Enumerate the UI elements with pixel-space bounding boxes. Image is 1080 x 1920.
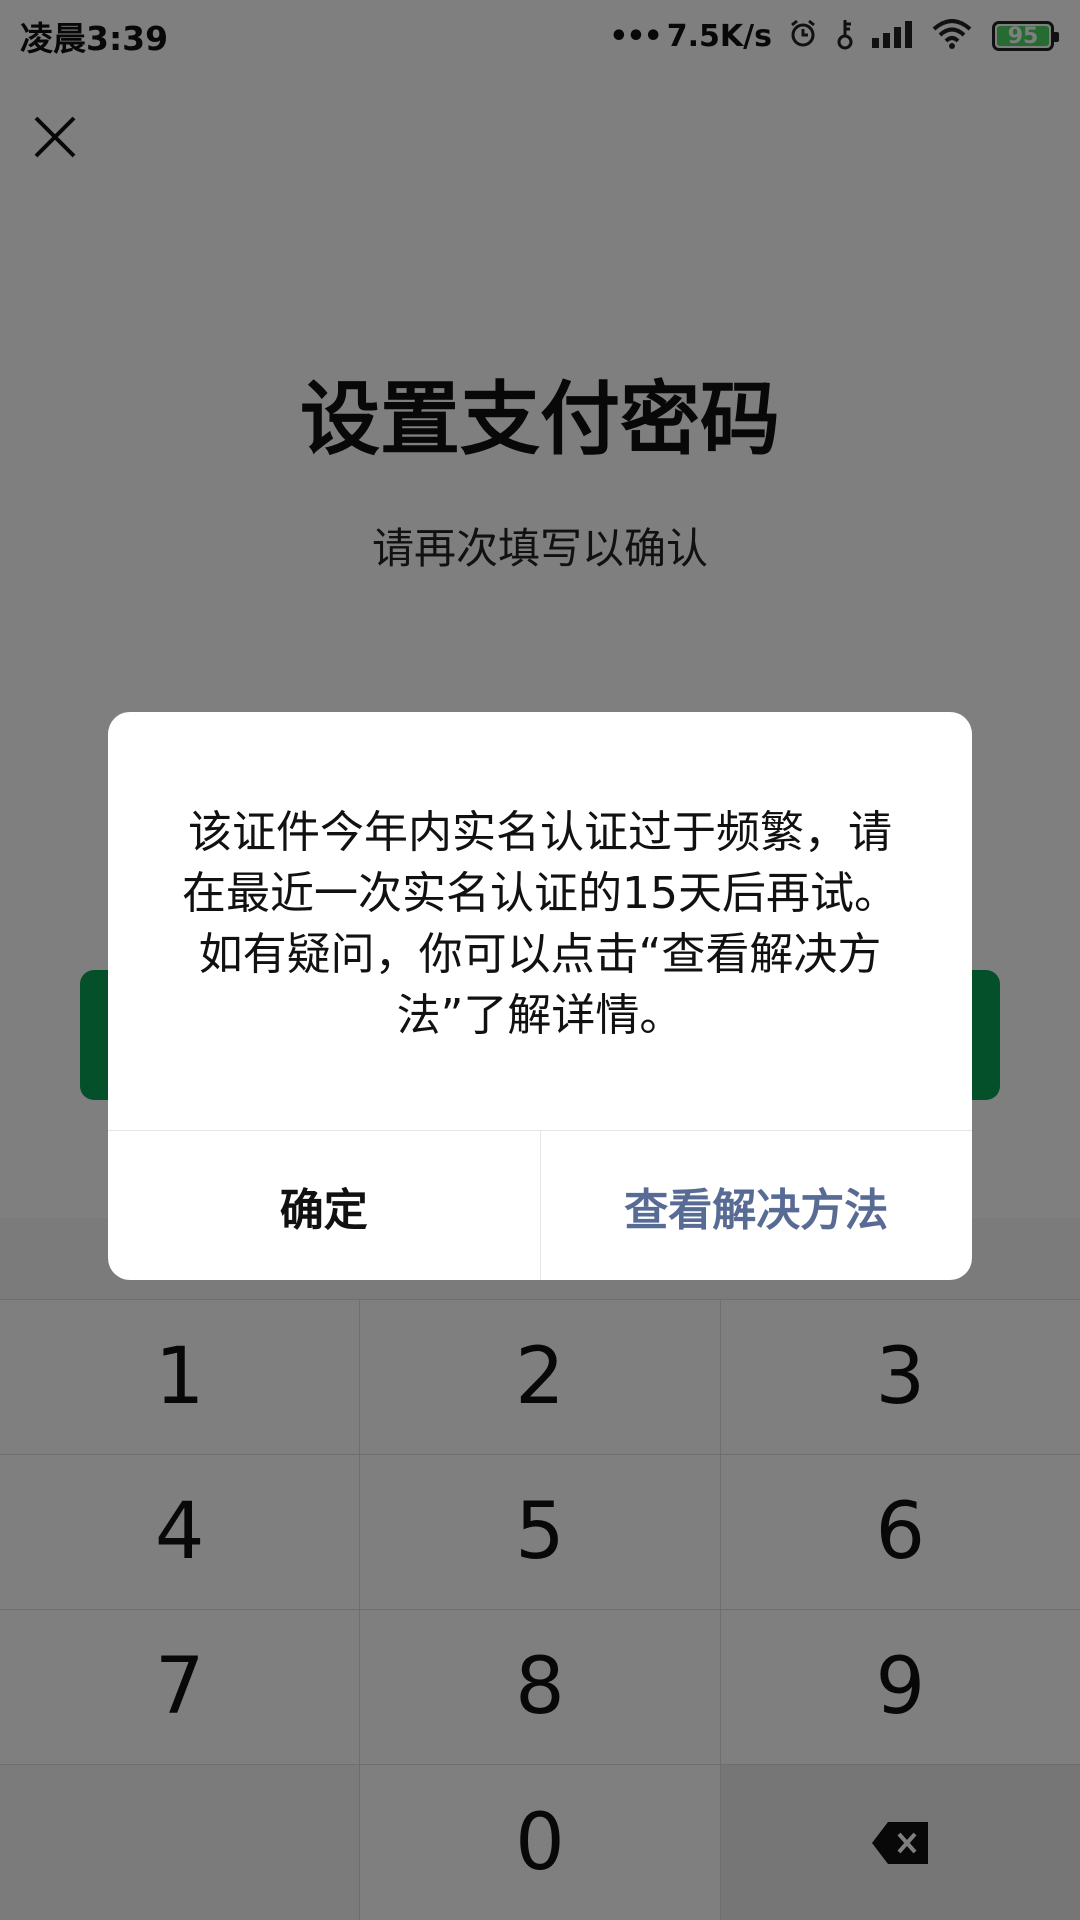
confirm-button[interactable]: 确定 — [108, 1131, 541, 1280]
alert-dialog: 该证件今年内实名认证过于频繁，请在最近一次实名认证的15天后再试。如有疑问，你可… — [108, 712, 972, 1280]
screen: 凌晨3:39 ••• 7.5K/s — [0, 0, 1080, 1920]
view-solution-button[interactable]: 查看解决方法 — [541, 1131, 973, 1280]
dialog-actions: 确定 查看解决方法 — [108, 1130, 972, 1280]
dialog-message: 该证件今年内实名认证过于频繁，请在最近一次实名认证的15天后再试。如有疑问，你可… — [182, 807, 898, 1041]
